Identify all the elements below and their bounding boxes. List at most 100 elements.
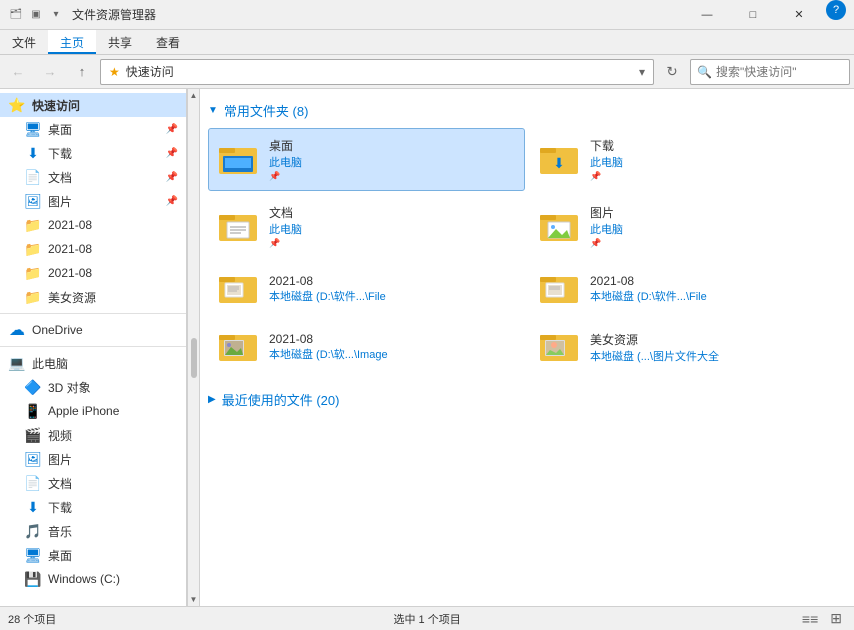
folder-icon: 📁: [24, 288, 42, 306]
sidebar-item-apple-iphone[interactable]: 📱 Apple iPhone: [0, 399, 186, 423]
folder-2021-08-2-info: 2021-08 本地磁盘 (D:\软件...\File: [590, 274, 835, 304]
sidebar-item-documents[interactable]: 📄 文档 📌: [0, 165, 186, 189]
onedrive-icon: ☁: [8, 321, 26, 339]
videos-icon: 🎬: [24, 426, 42, 444]
address-box[interactable]: ★ 快速访问 ▾: [100, 59, 654, 85]
this-pc-icon: 💻: [8, 354, 26, 372]
list-view-button[interactable]: ≡≡: [798, 609, 822, 629]
sidebar-item-pictures[interactable]: 🖼 图片 📌: [0, 189, 186, 213]
tab-share[interactable]: 共享: [96, 30, 144, 54]
scroll-down-icon[interactable]: ▼: [190, 595, 198, 604]
folder-icon: 📁: [24, 264, 42, 282]
title-bar: 🗂 ▣ ▾ 文件资源管理器 — □ ✕ ?: [0, 0, 854, 30]
folder-name: 桌面: [269, 137, 514, 154]
sidebar-item-quick-access[interactable]: ⭐ 快速访问: [0, 93, 186, 117]
app-icon: 🗂: [8, 7, 24, 23]
documents-icon: 📄: [24, 168, 42, 186]
pin-icon: 📌: [166, 124, 178, 135]
pictures-icon: 🖼: [24, 192, 42, 210]
folder-item-2021-08-img[interactable]: 2021-08 本地磁盘 (D:\软...\Image: [208, 320, 525, 374]
tab-home[interactable]: 主页: [48, 30, 96, 54]
sidebar-item-folder1[interactable]: 📁 2021-08: [0, 213, 186, 237]
scroll-up-icon[interactable]: ▲: [190, 91, 198, 100]
folder-sub: 此电脑: [269, 154, 514, 170]
folder-name: 2021-08: [590, 274, 835, 288]
folder-documents-info: 文档 此电脑 📌: [269, 204, 514, 249]
maximize-button[interactable]: □: [730, 0, 776, 30]
folder-item-2021-08-2[interactable]: 2021-08 本地磁盘 (D:\软件...\File: [529, 262, 846, 316]
address-bar: ← → ↑ ★ 快速访问 ▾ ↻ 🔍: [0, 55, 854, 89]
grid-view-button[interactable]: ⊞: [826, 608, 846, 629]
refresh-button[interactable]: ↻: [658, 58, 686, 86]
recent-files-title: 最近使用的文件 (20): [222, 390, 340, 409]
pictures2-icon: 🖼: [24, 450, 42, 468]
sidebar-item-videos[interactable]: 🎬 视频: [0, 423, 186, 447]
folder-item-downloads[interactable]: ⬇ 下载 此电脑 📌: [529, 128, 846, 191]
folder-sub: 此电脑: [590, 221, 835, 237]
folder-item-documents[interactable]: 文档 此电脑 📌: [208, 195, 525, 258]
sidebar-item-folder4[interactable]: 📁 美女资源: [0, 285, 186, 309]
status-selected: 选中 1 个项目: [393, 611, 460, 627]
pin-indicator: 📌: [590, 171, 835, 182]
sidebar-item-folder2[interactable]: 📁 2021-08: [0, 237, 186, 261]
sidebar-item-3d-objects[interactable]: 🔷 3D 对象: [0, 375, 186, 399]
sidebar-divider: [0, 346, 186, 347]
folder-pictures-icon: [540, 209, 580, 245]
folder-downloads-info: 下载 此电脑 📌: [590, 137, 835, 182]
folder-name: 下载: [590, 137, 835, 154]
pin-icon: 📌: [166, 148, 178, 159]
sidebar-divider: [0, 313, 186, 314]
sidebar-item-folder3[interactable]: 📁 2021-08: [0, 261, 186, 285]
status-count: 28 个项目: [8, 611, 56, 627]
sidebar-item-desktop2[interactable]: 🖥 桌面: [0, 543, 186, 567]
tab-view[interactable]: 查看: [144, 30, 192, 54]
folder-sub: 本地磁盘 (...\图片文件大全: [590, 348, 835, 364]
folder-icon: 📁: [24, 216, 42, 234]
address-path: 快速访问: [126, 63, 635, 80]
desktop-icon: 🖥: [24, 120, 42, 138]
folder-2021-icon: [219, 271, 259, 307]
forward-button[interactable]: →: [36, 58, 64, 86]
tab-file[interactable]: 文件: [0, 30, 48, 54]
folder-item-beauty[interactable]: 美女资源 本地磁盘 (...\图片文件大全: [529, 320, 846, 374]
recent-files-header[interactable]: ▶ 最近使用的文件 (20): [208, 386, 846, 417]
sidebar-item-desktop[interactable]: 🖥 桌面 📌: [0, 117, 186, 141]
svg-text:⬇: ⬇: [553, 155, 565, 171]
sidebar-item-pictures2[interactable]: 🖼 图片: [0, 447, 186, 471]
pin-indicator: 📌: [269, 238, 514, 249]
folder-sub: 此电脑: [269, 221, 514, 237]
search-box[interactable]: 🔍: [690, 59, 850, 85]
folder-item-desktop[interactable]: 桌面 此电脑 📌: [208, 128, 525, 191]
title-bar-icons: 🗂 ▣ ▾: [8, 7, 64, 23]
sidebar-item-this-pc[interactable]: 💻 此电脑: [0, 351, 186, 375]
window-controls: — □ ✕ ?: [684, 0, 846, 30]
main-area: ⭐ 快速访问 🖥 桌面 📌 ⬇ 下载 📌 📄 文档 📌 🖼 图片 �: [0, 89, 854, 606]
folder-2021-08-1-info: 2021-08 本地磁盘 (D:\软件...\File: [269, 274, 514, 304]
close-button[interactable]: ✕: [776, 0, 822, 30]
folder-img-icon: [219, 329, 259, 365]
sidebar-item-downloads[interactable]: ⬇ 下载 📌: [0, 141, 186, 165]
sidebar-item-onedrive[interactable]: ☁ OneDrive: [0, 318, 186, 342]
window-title: 文件资源管理器: [72, 6, 684, 23]
folder-sub: 本地磁盘 (D:\软...\Image: [269, 346, 514, 362]
back-button[interactable]: ←: [4, 58, 32, 86]
folder-item-pictures[interactable]: 图片 此电脑 📌: [529, 195, 846, 258]
frequent-folders-header[interactable]: ▼ 常用文件夹 (8): [208, 97, 846, 128]
help-button[interactable]: ?: [826, 0, 846, 20]
pin-indicator: 📌: [590, 238, 835, 249]
sidebar-item-downloads2[interactable]: ⬇ 下载: [0, 495, 186, 519]
folder-item-2021-08-1[interactable]: 2021-08 本地磁盘 (D:\软件...\File: [208, 262, 525, 316]
pin-icon: 📌: [166, 172, 178, 183]
sidebar-item-documents2[interactable]: 📄 文档: [0, 471, 186, 495]
search-input[interactable]: [716, 65, 843, 79]
chevron-down-icon: ▼: [208, 105, 218, 116]
up-button[interactable]: ↑: [68, 58, 96, 86]
sidebar-item-music[interactable]: 🎵 音乐: [0, 519, 186, 543]
content-area: ▼ 常用文件夹 (8) 桌面 此电脑 📌: [200, 89, 854, 606]
minimize-button[interactable]: —: [684, 0, 730, 30]
folder-pictures-info: 图片 此电脑 📌: [590, 204, 835, 249]
downloads2-icon: ⬇: [24, 498, 42, 516]
sidebar-item-windows-c[interactable]: 💾 Windows (C:): [0, 567, 186, 591]
downloads-icon: ⬇: [24, 144, 42, 162]
documents2-icon: 📄: [24, 474, 42, 492]
